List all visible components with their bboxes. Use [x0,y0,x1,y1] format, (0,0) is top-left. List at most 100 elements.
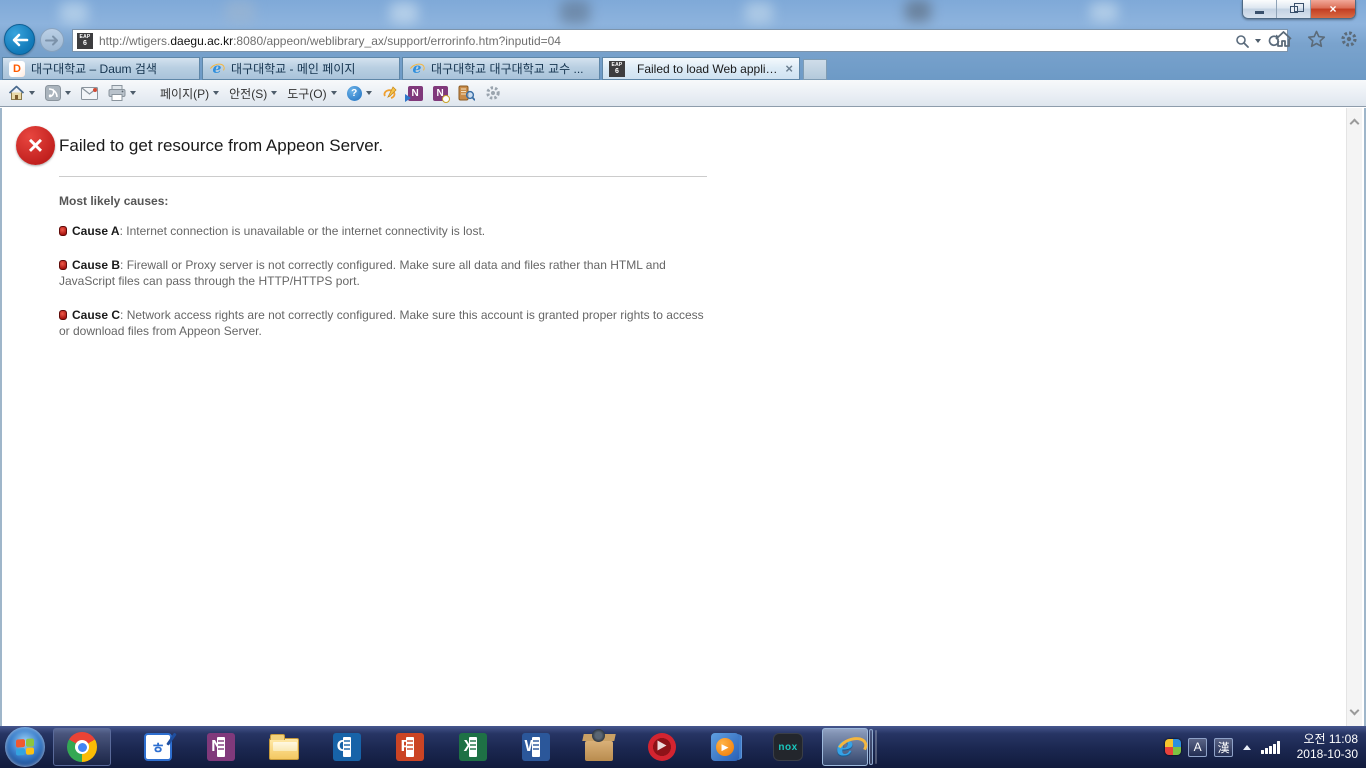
new-tab-button[interactable] [803,59,827,80]
taskbar-explorer-button[interactable] [268,731,300,763]
onenote-send-button[interactable]: N [408,86,423,101]
menu-tools[interactable]: 도구(O) [287,85,336,102]
search-icon[interactable] [1235,34,1249,48]
error-icon: × [16,126,55,165]
onenote-linked-icon: N [433,86,448,101]
chrome-icon [67,732,97,762]
forward-arrow-icon [45,35,59,46]
ie-e-glyph: e [413,61,422,77]
taskbar-powerpoint-button[interactable]: P [394,731,426,763]
eap-icon: EAP 6 [609,61,625,77]
dropdown-caret-icon [271,91,277,95]
taskbar-nox-button[interactable]: nox [772,731,804,763]
menu-page[interactable]: 페이지(P) [160,85,219,102]
cause-label: Cause A [72,224,120,238]
taskbar-chrome-button[interactable] [53,728,111,766]
taskbar-onenote-button[interactable]: N [205,731,237,763]
daum-icon: D [9,61,25,77]
tab-professor-page[interactable]: e 대구대학교 대구대학교 교수 ... [402,57,600,80]
favicon-text-bottom: 6 [83,40,87,47]
start-button[interactable] [5,727,45,767]
ime-mode-button[interactable]: A [1188,738,1207,757]
taskbar-outlook-button[interactable]: O [331,731,363,763]
favicon-text-bottom: 6 [615,68,619,75]
search-dropdown-caret-icon[interactable] [1255,39,1261,43]
package-box-icon [585,741,613,761]
home-icon[interactable] [1274,30,1293,48]
taskbar-clock[interactable]: 오전 11:08 2018-10-30 [1291,732,1358,762]
taskbar-hwp-button[interactable]: ㅎ [142,731,174,763]
error-title: Failed to get resource from Appeon Serve… [59,132,707,160]
cause-text: : Firewall or Proxy server is not correc… [59,258,666,288]
help-menu-button[interactable]: ? [347,86,372,101]
network-signal-icon[interactable] [1261,741,1280,754]
driver-updater-icon [648,733,676,761]
close-button[interactable]: × [1311,0,1355,18]
settings-gear-icon[interactable] [1340,30,1358,48]
forward-button[interactable] [40,28,64,52]
tab-failed-to-load[interactable]: EAP 6 Failed to load Web applicat... × [602,57,800,80]
outlook-icon: O [333,733,361,761]
addon-settings-button[interactable] [485,85,501,101]
menu-label: 안전(S) [229,85,267,102]
internet-explorer-icon: e [836,732,853,762]
ime-language-icon[interactable] [1165,739,1181,755]
menu-safety[interactable]: 안전(S) [229,85,277,102]
taskbar-package-button[interactable] [583,731,615,763]
home-menu-button[interactable] [8,85,35,101]
cause-bullet-icon [59,226,67,236]
gear-icon [485,85,501,101]
stacked-windows-indicator [869,729,873,765]
tab-main-page[interactable]: e 대구대학교 - 메인 페이지 [202,57,400,80]
back-button[interactable] [4,24,35,55]
taskbar-driver-updater-button[interactable] [646,731,678,763]
internet-explorer-icon: e [209,61,225,77]
nox-icon: nox [773,733,803,761]
doc-page [469,737,477,757]
address-bar[interactable]: EAP 6 http://wtigers.daegu.ac.kr:8080/ap… [72,29,1288,52]
minimize-button[interactable] [1243,0,1277,18]
onenote-send-icon: N [408,86,423,101]
favorites-star-icon[interactable] [1307,30,1326,48]
cause-label: Cause C [72,308,120,322]
print-button[interactable] [108,85,136,101]
addon-pen-button[interactable] [382,85,398,101]
show-hidden-icons-button[interactable] [1243,745,1251,750]
home-icon [8,85,25,101]
cause-item-a: Cause A: Internet connection is unavaila… [59,223,707,239]
cause-text: : Network access rights are not correctl… [59,308,704,338]
onenote-linked-notes-button[interactable]: N [433,86,448,101]
scroll-up-icon[interactable] [1350,119,1360,129]
causes-heading: Most likely causes: [59,194,707,208]
hwp-icon: ㅎ [144,733,172,761]
restore-button[interactable] [1277,0,1311,18]
clock-date: 2018-10-30 [1297,747,1358,762]
taskbar-excel-button[interactable]: X [457,731,489,763]
nav-right-buttons [1274,30,1358,48]
window-caption-buttons: × [1242,0,1356,19]
printer-icon [108,85,126,101]
close-icon: × [1329,2,1336,16]
ime-hanja-button[interactable]: 漢 [1214,738,1233,757]
ie-e-glyph: e [836,731,853,762]
error-content: Failed to get resource from Appeon Serve… [59,132,707,339]
cause-text: : Internet connection is unavailable or … [120,224,486,238]
research-book-icon [458,85,475,101]
file-explorer-icon [269,738,299,760]
url-text: http://wtigers.daegu.ac.kr:8080/appeon/w… [99,34,1235,48]
taskbar-internet-explorer-button[interactable]: e [822,728,868,766]
word-icon: W [522,733,550,761]
vertical-scrollbar[interactable] [1346,108,1362,726]
cause-item-c: Cause C: Network access rights are not c… [59,307,707,339]
read-mail-button[interactable] [81,87,98,100]
tab-daum-search[interactable]: D 대구대학교 – Daum 검색 [2,57,200,80]
taskbar-word-button[interactable]: W [520,731,552,763]
feeds-button[interactable] [45,85,71,101]
scroll-down-icon[interactable] [1350,706,1360,716]
taskbar-media-player-button[interactable]: ▶ [709,731,741,763]
doc-page [406,737,414,757]
research-button[interactable] [458,85,475,101]
tab-close-icon[interactable]: × [785,62,793,75]
system-tray: A 漢 오전 11:08 2018-10-30 [1165,732,1366,762]
command-bar: 페이지(P) 안전(S) 도구(O) ? N N [0,80,1366,107]
